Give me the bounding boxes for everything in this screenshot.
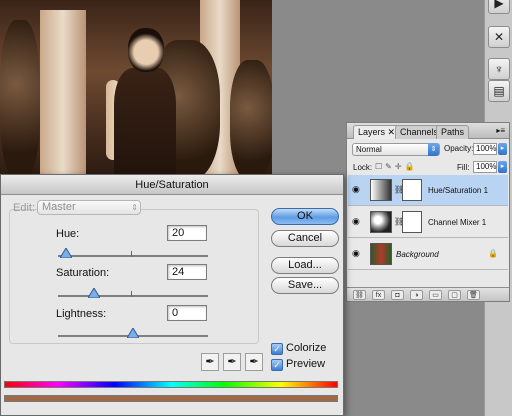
lightness-label: Lightness: — [56, 308, 107, 320]
colorize-checkbox[interactable]: ✓ — [271, 343, 283, 355]
chevron-updown-icon: ⇕ — [131, 203, 138, 212]
eye-icon[interactable]: ◉ — [352, 185, 362, 194]
eyedropper-plus-icon[interactable]: ✒ — [223, 353, 241, 371]
edit-select[interactable]: Master ⇕ — [37, 200, 141, 215]
mask-thumbnail — [402, 211, 422, 233]
lightness-slider[interactable] — [58, 328, 208, 338]
hue-saturation-dialog: Hue/Saturation Edit: Master ⇕ Hue: 20 Sa… — [0, 174, 344, 416]
saturation-label: Saturation: — [56, 267, 110, 279]
lightness-slider-thumb[interactable] — [127, 328, 139, 338]
fx-icon[interactable]: fx — [372, 290, 385, 300]
tools-icon[interactable]: ✕ — [488, 26, 510, 48]
photo-pillar — [40, 10, 86, 180]
chevron-updown-icon: ⇕ — [428, 143, 439, 156]
mask-thumbnail — [402, 179, 422, 201]
hue-label: Hue: — [56, 228, 80, 240]
ok-button[interactable]: OK — [271, 208, 339, 225]
panel-menu-icon[interactable]: ▸≡ — [496, 126, 505, 135]
brush-icon[interactable]: ♆ — [488, 58, 510, 80]
edit-group-box — [9, 209, 259, 344]
fill-label: Fill: — [457, 163, 470, 172]
result-color-bar — [4, 395, 338, 402]
eye-icon[interactable]: ◉ — [352, 249, 362, 258]
blend-mode-select[interactable]: Normal ⇕ — [352, 143, 440, 156]
lightness-field[interactable]: 0 — [167, 305, 207, 321]
saturation-slider-thumb[interactable] — [88, 288, 100, 298]
hue-field[interactable]: 20 — [167, 225, 207, 241]
load-button[interactable]: Load... — [271, 257, 339, 274]
stamp-icon[interactable]: ▤ — [488, 80, 510, 102]
hue-spectrum-bar — [4, 381, 338, 388]
fill-field[interactable]: 100% — [473, 161, 497, 173]
adjustment-thumbnail — [370, 211, 392, 233]
colorize-label: Colorize — [286, 342, 327, 354]
background-thumbnail — [370, 243, 392, 265]
layer-row-hue-saturation[interactable]: ◉ ⛓ Hue/Saturation 1 — [348, 175, 508, 206]
layer-row-channel-mixer[interactable]: ◉ ⛓ Channel Mixer 1 — [348, 207, 508, 238]
close-icon[interactable]: ✕ — [388, 127, 396, 137]
layer-name: Channel Mixer 1 — [428, 218, 487, 227]
photo-woman — [104, 28, 188, 180]
opacity-arrow-icon[interactable]: ▸ — [498, 143, 507, 155]
trash-icon[interactable]: 🗑 — [467, 290, 480, 300]
new-layer-icon[interactable]: ▢ — [448, 290, 461, 300]
play-icon[interactable]: ▶ — [488, 0, 510, 14]
hue-slider[interactable] — [58, 248, 208, 258]
tab-paths[interactable]: Paths — [436, 125, 470, 139]
saturation-field[interactable]: 24 — [167, 264, 207, 280]
layer-name: Background — [396, 250, 439, 259]
cancel-button[interactable]: Cancel — [271, 230, 339, 247]
layer-name: Hue/Saturation 1 — [428, 186, 489, 195]
saturation-slider[interactable] — [58, 288, 208, 298]
save-button[interactable]: Save... — [271, 277, 339, 294]
layers-panel-tabs: Layers ✕ Channels Paths ▸≡ — [347, 123, 509, 139]
edit-label: Edit: — [13, 202, 36, 214]
opacity-label: Opacity: — [444, 144, 474, 153]
hue-slider-thumb[interactable] — [60, 248, 73, 258]
tab-layers[interactable]: Layers ✕ — [353, 125, 401, 139]
layer-row-background[interactable]: ◉ Background 🔒 — [348, 239, 508, 270]
lock-icon: 🔒 — [488, 249, 498, 258]
preview-checkbox[interactable]: ✓ — [271, 359, 283, 371]
opacity-field[interactable]: 100% — [473, 143, 497, 155]
link-layers-icon[interactable]: ⛓ — [353, 290, 366, 300]
fill-arrow-icon[interactable]: ▸ — [498, 161, 507, 173]
add-mask-icon[interactable]: ◘ — [391, 290, 404, 300]
adjustment-thumbnail — [370, 179, 392, 201]
layers-panel: Layers ✕ Channels Paths ▸≡ Normal ⇕ Opac… — [346, 122, 510, 302]
photo-foliage — [230, 60, 272, 180]
new-group-icon[interactable]: ▭ — [429, 290, 442, 300]
adjustment-layer-icon[interactable]: ◑ — [410, 290, 423, 300]
eyedropper-icon[interactable]: ✒ — [201, 353, 219, 371]
preview-label: Preview — [286, 358, 326, 370]
canvas-photo — [0, 0, 272, 180]
eye-icon[interactable]: ◉ — [352, 217, 362, 226]
lock-label: Lock: — [353, 163, 373, 172]
layers-panel-footer: ⛓ fx ◘ ◑ ▭ ▢ 🗑 — [347, 287, 509, 301]
lock-icons[interactable]: ☐✎✛🔒 — [375, 162, 418, 171]
dialog-title: Hue/Saturation — [1, 175, 343, 195]
photo-foliage — [0, 20, 40, 180]
eyedropper-minus-icon[interactable]: ✒ — [245, 353, 263, 371]
